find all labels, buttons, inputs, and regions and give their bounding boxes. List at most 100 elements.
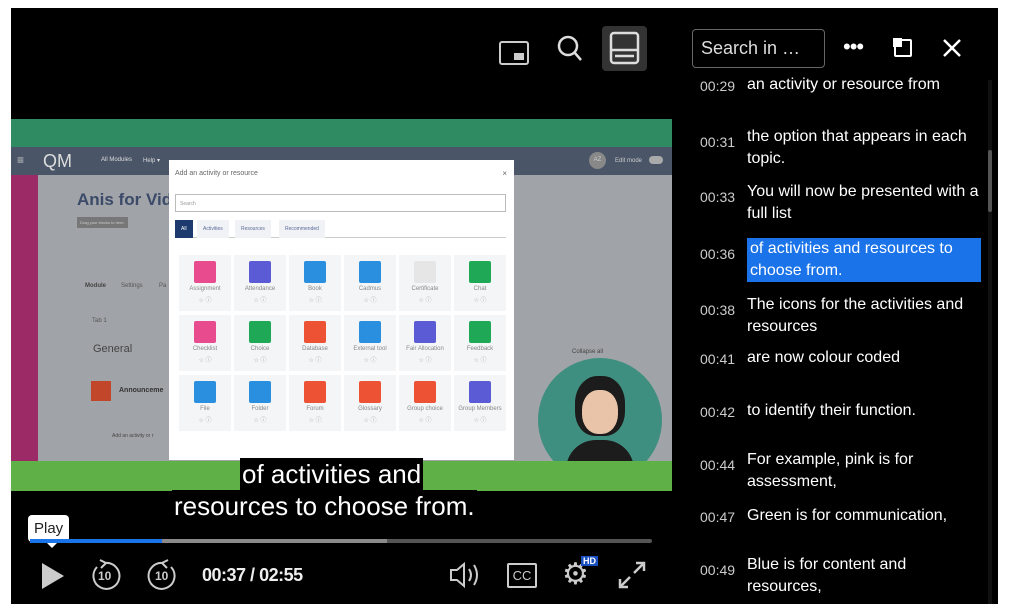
time-display: 00:37 / 02:55 xyxy=(202,565,303,586)
collapse-all: Collapse all xyxy=(572,349,604,355)
activity-label: Cadmus xyxy=(358,286,382,292)
picture-in-picture-icon[interactable] xyxy=(499,41,529,65)
transcript-time: 00:33 xyxy=(700,189,736,205)
transcript-time: 00:41 xyxy=(700,351,736,367)
transcript-time: 00:49 xyxy=(700,562,736,578)
add-activity-link: Add an activity or r xyxy=(112,433,154,439)
activity-tile: Feedback ☆ ⓘ xyxy=(454,315,506,371)
modal-tab-recommended: Recommended xyxy=(279,220,325,238)
course-title: Anis for Vide xyxy=(77,190,182,209)
activity-icon xyxy=(249,261,271,283)
activity-label: Checklist xyxy=(192,346,218,352)
video-player: input::placeholder{color:#ddd} ••• ≡ QM … xyxy=(11,8,998,604)
more-icon[interactable]: ••• xyxy=(843,34,864,60)
star-info-icons: ☆ ⓘ xyxy=(363,418,377,424)
star-info-icons: ☆ ⓘ xyxy=(253,418,267,424)
activity-label: Chat xyxy=(473,286,487,292)
search-icon[interactable] xyxy=(556,34,584,64)
star-info-icons: ☆ ⓘ xyxy=(253,298,267,304)
moodle-tab1: Tab 1 xyxy=(92,318,107,324)
transcript-time: 00:31 xyxy=(700,134,736,150)
activity-tile: Folder ☆ ⓘ xyxy=(234,375,286,431)
transcript-time: 00:42 xyxy=(700,404,736,420)
star-info-icons: ☆ ⓘ xyxy=(418,358,432,364)
edit-mode-label: Edit mode xyxy=(615,158,643,164)
activity-modal: Add an activity or resource × Search All… xyxy=(169,160,514,460)
activity-label: Choice xyxy=(250,346,270,352)
play-icon[interactable] xyxy=(40,561,66,596)
transcript-text: The icons for the activities and resourc… xyxy=(747,296,964,335)
duration: 02:55 xyxy=(259,565,303,585)
transcript-text: the option that appears in each topic. xyxy=(747,128,967,167)
activity-label: File xyxy=(200,406,210,412)
activity-tile: Chat ☆ ⓘ xyxy=(454,255,506,311)
popout-icon[interactable] xyxy=(893,38,912,57)
star-info-icons: ☆ ⓘ xyxy=(308,358,322,364)
activity-icon xyxy=(304,381,326,403)
activity-tile: Forum ☆ ⓘ xyxy=(289,375,341,431)
activity-tile: External tool ☆ ⓘ xyxy=(344,315,396,371)
fullscreen-icon[interactable] xyxy=(617,560,647,595)
activity-tile: Assignment ☆ ⓘ xyxy=(179,255,231,311)
activity-icon xyxy=(194,261,216,283)
transcript-time: 00:36 xyxy=(700,246,736,262)
activity-icon xyxy=(469,381,491,403)
activity-label: Group choice xyxy=(407,406,443,412)
modal-tab-activities: Activities xyxy=(197,220,229,238)
transcript-text: an activity or resource from xyxy=(747,76,940,93)
activity-tile: Group choice ☆ ⓘ xyxy=(399,375,451,431)
announcement: Announceme xyxy=(119,387,164,394)
star-info-icons: ☆ ⓘ xyxy=(363,358,377,364)
forward-10-icon[interactable]: 10 xyxy=(145,559,179,591)
volume-icon[interactable] xyxy=(448,561,484,594)
captions-button[interactable]: CC xyxy=(507,563,537,588)
activity-icon xyxy=(304,261,326,283)
activity-label: Fair Allocation xyxy=(406,346,444,352)
blocks-button: Drag your blocks to here. xyxy=(77,217,128,228)
time-separator: / xyxy=(245,565,260,585)
video-frame[interactable]: ≡ QM All Modules Help ▾ AZ Edit mode Ani… xyxy=(11,119,672,491)
activity-tile: Checklist ☆ ⓘ xyxy=(179,315,231,371)
star-info-icons: ☆ ⓘ xyxy=(198,358,212,364)
transcript-search-input[interactable] xyxy=(692,29,825,68)
activity-label: Group Members xyxy=(458,406,502,412)
activity-tile: Database ☆ ⓘ xyxy=(289,315,341,371)
nav-all-modules: All Modules xyxy=(101,157,133,163)
activity-tile: Glossary ☆ ⓘ xyxy=(344,375,396,431)
transcript-time: 00:44 xyxy=(700,457,736,473)
activity-label: Certificate xyxy=(411,286,439,292)
activity-icon xyxy=(249,381,271,403)
activity-label: Glossary xyxy=(358,406,382,412)
activity-label: External tool xyxy=(353,346,387,352)
modal-tab-all: All xyxy=(175,220,193,238)
close-icon[interactable] xyxy=(941,37,963,64)
star-info-icons: ☆ ⓘ xyxy=(198,418,212,424)
rewind-10-icon[interactable]: 10 xyxy=(89,559,123,591)
activity-tile: Book ☆ ⓘ xyxy=(289,255,341,311)
activity-icon xyxy=(194,381,216,403)
modal-title: Add an activity or resource xyxy=(175,170,258,177)
activity-tile: Choice ☆ ⓘ xyxy=(234,315,286,371)
activity-icon xyxy=(414,321,436,343)
star-info-icons: ☆ ⓘ xyxy=(418,418,432,424)
activity-icon xyxy=(304,321,326,343)
subtitle-line-1: of activities and xyxy=(240,458,424,490)
transcript-scrollbar[interactable] xyxy=(988,80,992,604)
progress-bar[interactable] xyxy=(30,539,652,543)
activity-icon xyxy=(414,381,436,403)
hd-badge: HD xyxy=(581,556,598,566)
star-info-icons: ☆ ⓘ xyxy=(473,418,487,424)
moodle-tab-module: Module xyxy=(85,283,106,289)
moodle-tab-more: Pa xyxy=(159,283,167,289)
current-time: 00:37 xyxy=(202,565,246,585)
activity-icon xyxy=(194,321,216,343)
activity-label: Folder xyxy=(251,406,269,412)
activity-icon xyxy=(469,261,491,283)
transcript-text: For example, pink is for assessment, xyxy=(747,451,914,490)
activity-label: Assignment xyxy=(189,286,221,292)
transcript-text: Blue is for content and resources, xyxy=(747,556,907,595)
activity-label: Forum xyxy=(306,406,324,412)
transcript-icon[interactable] xyxy=(602,26,647,71)
activity-icon xyxy=(414,261,436,283)
transcript-time: 00:47 xyxy=(700,509,736,525)
